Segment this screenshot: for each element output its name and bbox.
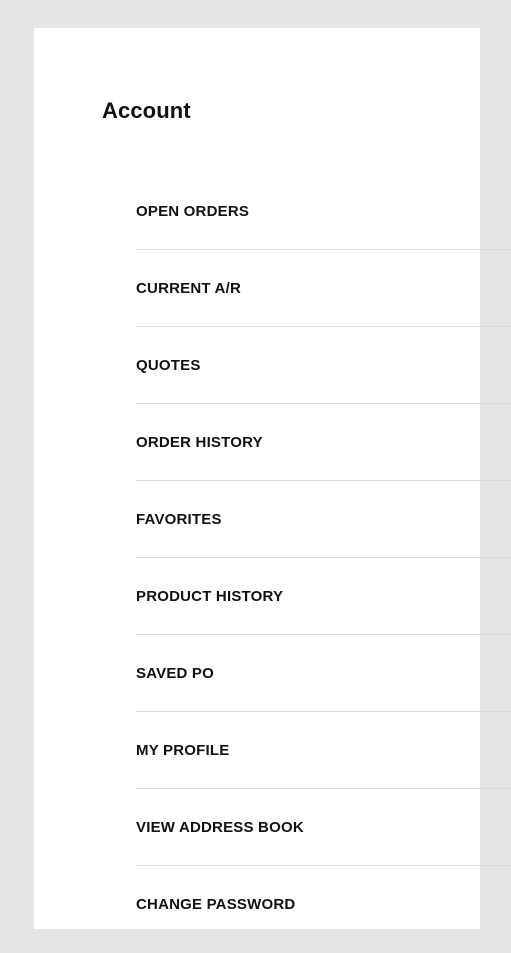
product-history-link[interactable]: PRODUCT HISTORY — [136, 588, 283, 605]
view-address-book-link[interactable]: VIEW ADDRESS BOOK — [136, 819, 304, 836]
current-ar-link[interactable]: CURRENT A/R — [136, 280, 241, 297]
account-menu: OPEN ORDERS CURRENT A/R QUOTES ORDER HIS… — [136, 173, 511, 943]
account-title: Account — [102, 98, 191, 123]
account-panel: Account OPEN ORDERS CURRENT A/R QUOTES O… — [34, 28, 511, 929]
saved-po-link[interactable]: SAVED PO — [136, 665, 214, 682]
menu-item-open-orders[interactable]: OPEN ORDERS — [136, 173, 511, 250]
open-orders-link[interactable]: OPEN ORDERS — [136, 203, 249, 220]
menu-item-quotes[interactable]: QUOTES — [136, 327, 511, 404]
menu-item-view-address-book[interactable]: VIEW ADDRESS BOOK — [136, 789, 511, 866]
menu-item-favorites[interactable]: FAVORITES — [136, 481, 511, 558]
menu-item-change-password[interactable]: CHANGE PASSWORD — [136, 866, 511, 943]
quotes-link[interactable]: QUOTES — [136, 357, 201, 374]
menu-item-my-profile[interactable]: MY PROFILE — [136, 712, 511, 789]
my-profile-link[interactable]: MY PROFILE — [136, 742, 229, 759]
menu-item-product-history[interactable]: PRODUCT HISTORY — [136, 558, 511, 635]
menu-item-order-history[interactable]: ORDER HISTORY — [136, 404, 511, 481]
menu-item-saved-po[interactable]: SAVED PO — [136, 635, 511, 712]
menu-item-current-ar[interactable]: CURRENT A/R — [136, 250, 511, 327]
order-history-link[interactable]: ORDER HISTORY — [136, 434, 263, 451]
favorites-link[interactable]: FAVORITES — [136, 511, 222, 528]
change-password-link[interactable]: CHANGE PASSWORD — [136, 896, 295, 913]
